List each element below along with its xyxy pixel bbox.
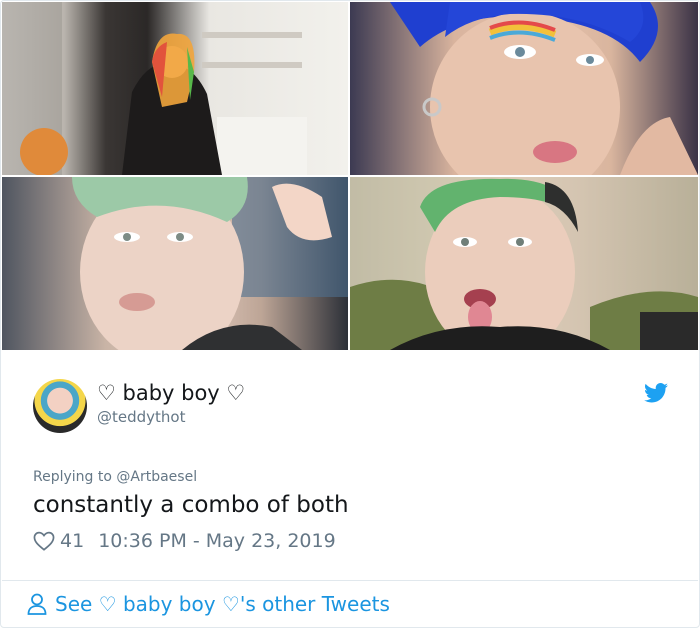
replying-to-line: Replying to @Artbaesel (33, 469, 197, 485)
other-tweets-label: See ♡ baby boy ♡'s other Tweets (55, 592, 390, 616)
person-icon (27, 593, 47, 615)
photo-2-art (390, 2, 698, 175)
like-count[interactable]: 41 (60, 530, 84, 552)
other-tweets-link[interactable]: See ♡ baby boy ♡'s other Tweets (27, 591, 390, 617)
photo-grid (2, 2, 698, 350)
user-handle[interactable]: @teddythot (97, 408, 185, 426)
replying-prefix: Replying to (33, 469, 112, 485)
tweet-photo-4[interactable] (350, 177, 698, 350)
reply-mention-link[interactable]: @Artbaesel (116, 469, 197, 485)
tweet-photo-2[interactable] (350, 2, 698, 175)
photo-3-art (72, 177, 348, 350)
photo-1-art (2, 2, 307, 175)
tweet-photo-1[interactable] (2, 2, 348, 175)
heart-icon[interactable] (33, 531, 55, 551)
display-name[interactable]: ♡ baby boy ♡ (97, 381, 245, 405)
avatar[interactable] (33, 379, 87, 433)
tweet-timestamp[interactable]: 10:36 PM - May 23, 2019 (98, 530, 336, 552)
tweet-text: constantly a combo of both (33, 492, 349, 518)
divider (2, 580, 698, 581)
tweet-header: ♡ baby boy ♡ @teddythot (33, 379, 673, 435)
tweet-photo-3[interactable] (2, 177, 348, 350)
photo-4-art (350, 177, 698, 350)
twitter-bird-icon[interactable] (644, 383, 668, 403)
tweet-meta: 41 10:36 PM - May 23, 2019 (33, 529, 336, 553)
tweet-card: ♡ baby boy ♡ @teddythot Replying to @Art… (0, 0, 700, 628)
